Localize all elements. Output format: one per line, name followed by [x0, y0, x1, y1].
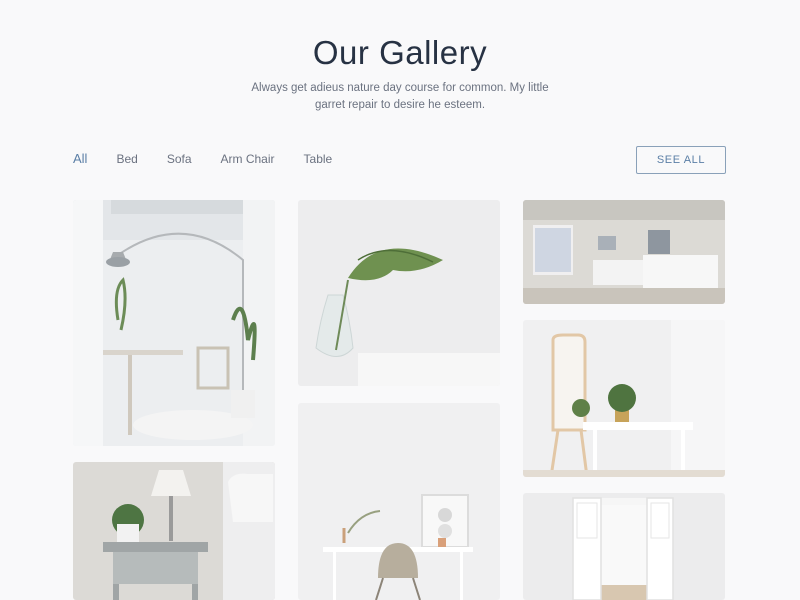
- gallery-image-monstera[interactable]: [298, 200, 500, 386]
- gallery-image-bedroom[interactable]: [523, 200, 725, 304]
- filter-tab-sofa[interactable]: Sofa: [167, 152, 192, 166]
- gallery-image-doors[interactable]: [523, 493, 725, 600]
- filter-tab-bed[interactable]: Bed: [116, 152, 137, 166]
- page-subtitle: Always get adieus nature day course for …: [251, 82, 549, 111]
- doors-photo: [523, 493, 725, 600]
- filter-tab-all[interactable]: All: [73, 151, 87, 166]
- see-all-button[interactable]: SEE ALL: [636, 146, 726, 174]
- mirror-console-photo: [523, 320, 725, 477]
- desk-photo: [298, 403, 500, 600]
- filter-tab-table[interactable]: Table: [304, 152, 333, 166]
- gallery-image-nightstand[interactable]: [73, 462, 275, 600]
- nightstand-photo: [73, 462, 275, 600]
- gallery-image-living-room[interactable]: [73, 200, 275, 446]
- living-room-photo: [73, 200, 275, 446]
- gallery-filter-tabs: All Bed Sofa Arm Chair Table: [73, 151, 361, 166]
- monstera-photo: [298, 200, 500, 386]
- filter-tab-arm-chair[interactable]: Arm Chair: [221, 152, 275, 166]
- gallery-image-desk[interactable]: [298, 403, 500, 600]
- page-title: Our Gallery: [312, 34, 488, 71]
- gallery-image-mirror-console[interactable]: [523, 320, 725, 477]
- bedroom-photo: [523, 200, 725, 304]
